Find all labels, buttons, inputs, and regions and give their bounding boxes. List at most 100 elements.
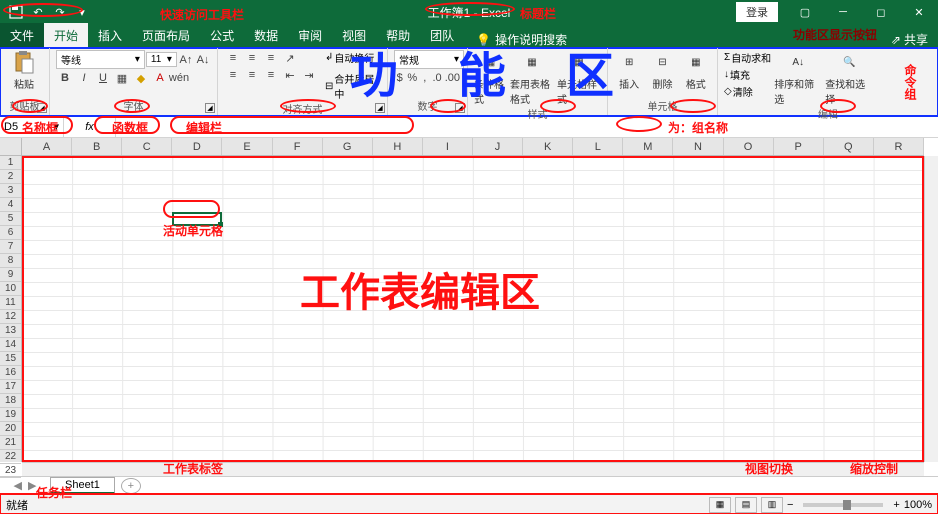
comma-icon[interactable]: ,: [419, 70, 430, 86]
active-cell[interactable]: [172, 212, 222, 226]
col-header[interactable]: B: [72, 138, 122, 155]
border-icon[interactable]: ▦: [113, 70, 131, 86]
col-header[interactable]: J: [473, 138, 523, 155]
col-header[interactable]: H: [373, 138, 423, 155]
italic-icon[interactable]: I: [75, 70, 93, 86]
fill-button[interactable]: ↓填充: [724, 67, 771, 82]
page-break-view-icon[interactable]: ▥: [761, 497, 783, 513]
minimize-icon[interactable]: ─: [824, 0, 862, 24]
col-header[interactable]: G: [323, 138, 373, 155]
row-header[interactable]: 5: [0, 212, 21, 226]
row-header[interactable]: 13: [0, 324, 21, 338]
wrap-text-button[interactable]: ↲自动换行: [325, 50, 381, 65]
align-right-icon[interactable]: ≡: [262, 67, 280, 83]
font-color-icon[interactable]: A: [151, 70, 169, 86]
row-header[interactable]: 2: [0, 170, 21, 184]
fill-color-icon[interactable]: ◆: [132, 70, 150, 86]
row-header[interactable]: 17: [0, 380, 21, 394]
col-header[interactable]: O: [724, 138, 774, 155]
tab-formulas[interactable]: 公式: [200, 23, 244, 48]
clear-button[interactable]: ◇清除: [724, 84, 771, 99]
maximize-icon[interactable]: ◻: [862, 0, 900, 24]
tab-help[interactable]: 帮助: [376, 23, 420, 48]
tab-review[interactable]: 审阅: [288, 23, 332, 48]
number-format-select[interactable]: 常规▾: [394, 50, 464, 69]
row-header[interactable]: 9: [0, 268, 21, 282]
col-header[interactable]: Q: [824, 138, 874, 155]
increase-decimal-icon[interactable]: .0: [431, 70, 442, 86]
zoom-in-icon[interactable]: +: [893, 499, 899, 511]
name-box[interactable]: D5▾: [0, 116, 64, 137]
orientation-icon[interactable]: ↗: [281, 50, 299, 66]
decrease-decimal-icon[interactable]: .00: [444, 70, 461, 86]
share-button[interactable]: ⇗共享: [891, 31, 928, 48]
login-button[interactable]: 登录: [736, 2, 778, 22]
next-sheet-icon[interactable]: ▶: [28, 479, 36, 492]
conditional-format-button[interactable]: ▦条件格式: [474, 50, 507, 106]
col-header[interactable]: M: [623, 138, 673, 155]
col-header[interactable]: A: [22, 138, 72, 155]
clipboard-launcher-icon[interactable]: ◢: [37, 103, 47, 113]
tab-insert[interactable]: 插入: [88, 23, 132, 48]
align-top-icon[interactable]: ≡: [224, 50, 242, 66]
row-header[interactable]: 23: [0, 464, 21, 478]
underline-icon[interactable]: U: [94, 70, 112, 86]
decrease-font-icon[interactable]: A↓: [195, 52, 211, 68]
align-middle-icon[interactable]: ≡: [243, 50, 261, 66]
normal-view-icon[interactable]: ▦: [709, 497, 731, 513]
vertical-scrollbar[interactable]: [924, 156, 938, 462]
delete-cells-button[interactable]: ⊟删除: [647, 50, 677, 91]
font-size-select[interactable]: 11▾: [146, 52, 177, 67]
row-header[interactable]: 19: [0, 408, 21, 422]
row-header[interactable]: 4: [0, 198, 21, 212]
row-header[interactable]: 11: [0, 296, 21, 310]
page-layout-view-icon[interactable]: ▤: [735, 497, 757, 513]
tell-me-search[interactable]: 💡操作说明搜索: [476, 31, 567, 48]
number-launcher-icon[interactable]: ◢: [455, 103, 465, 113]
tab-view[interactable]: 视图: [332, 23, 376, 48]
row-header[interactable]: 14: [0, 338, 21, 352]
save-icon[interactable]: [6, 2, 26, 22]
horizontal-scrollbar[interactable]: [22, 462, 924, 476]
row-header[interactable]: 8: [0, 254, 21, 268]
tab-layout[interactable]: 页面布局: [132, 23, 200, 48]
row-header[interactable]: 15: [0, 352, 21, 366]
qat-dropdown-icon[interactable]: ▾: [72, 2, 92, 22]
zoom-slider[interactable]: [803, 503, 883, 507]
select-all-button[interactable]: [0, 138, 22, 156]
row-header[interactable]: 21: [0, 436, 21, 450]
row-header[interactable]: 22: [0, 450, 21, 464]
increase-font-icon[interactable]: A↑: [178, 52, 194, 68]
row-header[interactable]: 10: [0, 282, 21, 296]
zoom-out-icon[interactable]: −: [787, 499, 793, 511]
insert-cells-button[interactable]: ⊞插入: [614, 50, 644, 91]
col-header[interactable]: F: [273, 138, 323, 155]
indent-increase-icon[interactable]: ⇥: [300, 67, 318, 83]
sheet-tab-1[interactable]: Sheet1: [50, 477, 115, 494]
close-icon[interactable]: ✕: [900, 0, 938, 24]
fx-button[interactable]: fx: [64, 116, 116, 137]
row-header[interactable]: 12: [0, 310, 21, 324]
ribbon-display-options-icon[interactable]: ▢: [786, 0, 824, 24]
row-header[interactable]: 6: [0, 226, 21, 240]
format-cells-button[interactable]: ▦格式: [681, 50, 711, 91]
cell-styles-button[interactable]: ▦单元格样式: [557, 50, 601, 106]
col-header[interactable]: D: [172, 138, 222, 155]
alignment-launcher-icon[interactable]: ◢: [375, 103, 385, 113]
col-header[interactable]: E: [222, 138, 272, 155]
undo-icon[interactable]: ↶: [28, 2, 48, 22]
align-center-icon[interactable]: ≡: [243, 67, 261, 83]
find-select-button[interactable]: 🔍查找和选择: [825, 50, 873, 106]
col-header[interactable]: L: [573, 138, 623, 155]
row-header[interactable]: 16: [0, 366, 21, 380]
font-name-select[interactable]: 等线▾: [56, 50, 145, 69]
row-header[interactable]: 7: [0, 240, 21, 254]
autosum-button[interactable]: Σ自动求和: [724, 50, 771, 65]
phonetic-icon[interactable]: wén: [170, 70, 188, 86]
tab-team[interactable]: 团队: [420, 23, 464, 48]
row-header[interactable]: 1: [0, 156, 21, 170]
col-header[interactable]: N: [673, 138, 723, 155]
format-table-button[interactable]: ▦套用表格格式: [510, 50, 554, 106]
align-bottom-icon[interactable]: ≡: [262, 50, 280, 66]
tab-file[interactable]: 文件: [0, 23, 44, 48]
